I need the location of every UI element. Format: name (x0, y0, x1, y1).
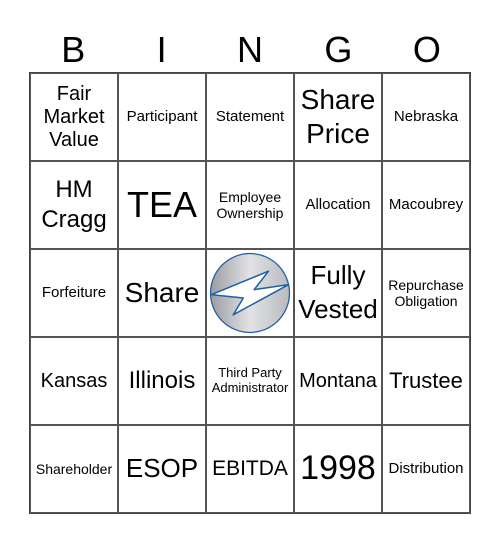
lightning-bolt-logo-icon (209, 252, 291, 334)
bingo-cell[interactable]: Share Price (294, 73, 382, 161)
bingo-cell[interactable]: Participant (118, 73, 206, 161)
header-letter-i: I (156, 29, 167, 70)
header-letter-n: N (237, 29, 264, 70)
bingo-header: B I N G O (29, 28, 471, 72)
bingo-cell[interactable]: Forfeiture (30, 249, 118, 337)
header-letter-g: G (324, 29, 353, 70)
header-letter-b: B (61, 29, 86, 70)
bingo-cell[interactable]: HM Cragg (30, 161, 118, 249)
bingo-cell[interactable]: Repurchase Obligation (382, 249, 470, 337)
bingo-cell[interactable]: TEA (118, 161, 206, 249)
bingo-cell[interactable]: Trustee (382, 337, 470, 425)
bingo-grid: Fair Market Value Participant Statement … (29, 72, 471, 514)
bingo-cell[interactable]: Fair Market Value (30, 73, 118, 161)
bingo-cell[interactable]: Allocation (294, 161, 382, 249)
bingo-cell[interactable]: Montana (294, 337, 382, 425)
bingo-cell[interactable]: Shareholder (30, 425, 118, 513)
bingo-cell[interactable]: Kansas (30, 337, 118, 425)
bingo-cell[interactable]: Share (118, 249, 206, 337)
bingo-cell[interactable]: Statement (206, 73, 294, 161)
bingo-cell[interactable]: 1998 (294, 425, 382, 513)
bingo-cell[interactable]: ESOP (118, 425, 206, 513)
bingo-cell[interactable]: Illinois (118, 337, 206, 425)
free-space-cell[interactable] (206, 249, 294, 337)
bingo-cell[interactable]: Nebraska (382, 73, 470, 161)
bingo-cell[interactable]: Fully Vested (294, 249, 382, 337)
bingo-cell[interactable]: Employee Ownership (206, 161, 294, 249)
bingo-cell[interactable]: Macoubrey (382, 161, 470, 249)
header-letter-o: O (412, 29, 441, 70)
bingo-cell[interactable]: Distribution (382, 425, 470, 513)
bingo-cell[interactable]: EBITDA (206, 425, 294, 513)
bingo-cell[interactable]: Third Party Administrator (206, 337, 294, 425)
